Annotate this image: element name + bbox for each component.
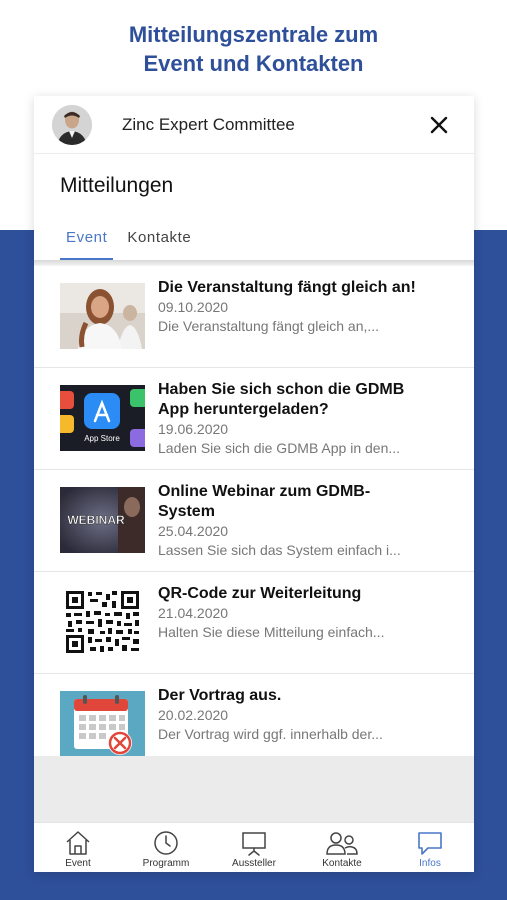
empty-list-area <box>34 756 474 822</box>
tab-kontakte[interactable]: Kontakte <box>121 229 197 260</box>
message-date: 09.10.2020 <box>158 299 229 315</box>
message-title: Der Vortrag aus. <box>158 687 282 704</box>
list-item[interactable]: App Store Haben Sie sich schon die GDMB … <box>34 368 474 470</box>
nav-label: Event <box>65 858 91 869</box>
qr-code-thumbnail <box>60 589 145 655</box>
nav-item-programm[interactable]: Programm <box>122 823 210 872</box>
message-content: Der Vortrag aus. 20.02.2020 Der Vortrag … <box>158 686 418 743</box>
app-screen: Zinc Expert Committee Mitteilungen Event… <box>34 96 474 872</box>
message-excerpt: Halten Sie diese Mitteilung einfach... <box>158 624 385 640</box>
top-bar: Zinc Expert Committee <box>34 96 474 154</box>
chat-icon <box>418 832 442 855</box>
message-list: Die Veranstaltung fängt gleich an! 09.10… <box>34 266 474 776</box>
nav-label: Aussteller <box>232 858 276 869</box>
message-content: QR-Code zur Weiterleitung 21.04.2020 Hal… <box>158 584 418 641</box>
message-excerpt: Lassen Sie sich das System einfach i... <box>158 542 401 558</box>
svg-text:App Store: App Store <box>84 434 120 443</box>
headline-line-2: Event und Kontakten <box>143 51 364 76</box>
app-store-thumbnail: App Store <box>60 385 145 451</box>
message-excerpt: Laden Sie sich die GDMB App in den... <box>158 440 401 456</box>
nav-label: Programm <box>142 858 190 869</box>
message-title: Die Veranstaltung fängt gleich an! <box>158 279 416 296</box>
people-icon <box>326 832 358 855</box>
message-content: Online Webinar zum GDMB-System 25.04.202… <box>158 482 418 559</box>
promo-headline: Mitteilungszentrale zum Event und Kontak… <box>0 20 507 78</box>
clock-icon <box>154 831 178 855</box>
close-button[interactable] <box>424 110 454 140</box>
message-title: QR-Code zur Weiterleitung <box>158 585 362 602</box>
message-date: 19.06.2020 <box>158 421 229 437</box>
message-date: 21.04.2020 <box>158 605 229 621</box>
message-date: 25.04.2020 <box>158 523 229 539</box>
tab-bar: Event Kontakte <box>34 214 474 260</box>
message-content: Haben Sie sich schon die GDMB App herunt… <box>158 380 418 457</box>
webinar-thumbnail: WEBINAR <box>60 487 145 553</box>
message-excerpt: Der Vortrag wird ggf. innerhalb der... <box>158 726 383 742</box>
bottom-navigation: Event Programm Aussteller Kontakte Infos <box>34 822 474 872</box>
message-date: 20.02.2020 <box>158 707 229 723</box>
message-content: Die Veranstaltung fängt gleich an! 09.10… <box>158 278 418 335</box>
message-excerpt: Die Veranstaltung fängt gleich an,... <box>158 318 380 334</box>
home-icon <box>66 831 90 855</box>
list-item[interactable]: QR-Code zur Weiterleitung 21.04.2020 Hal… <box>34 572 474 674</box>
calendar-cancel-thumbnail <box>60 691 145 757</box>
nav-item-kontakte[interactable]: Kontakte <box>298 823 386 872</box>
organization-name: Zinc Expert Committee <box>122 114 295 134</box>
svg-text:WEBINAR: WEBINAR <box>67 513 125 527</box>
tab-event[interactable]: Event <box>60 229 114 260</box>
headline-line-1: Mitteilungszentrale zum <box>128 22 379 47</box>
message-title: Online Webinar zum GDMB-System <box>158 483 371 520</box>
nav-item-aussteller[interactable]: Aussteller <box>210 823 298 872</box>
list-item[interactable]: Die Veranstaltung fängt gleich an! 09.10… <box>34 266 474 368</box>
woman-photo-thumbnail <box>60 283 145 349</box>
presentation-icon <box>242 832 266 856</box>
nav-label: Infos <box>419 858 441 869</box>
close-icon <box>430 116 448 134</box>
nav-item-infos[interactable]: Infos <box>386 823 474 872</box>
nav-item-event[interactable]: Event <box>34 823 122 872</box>
nav-label: Kontakte <box>322 858 362 869</box>
message-title: Haben Sie sich schon die GDMB App herunt… <box>158 381 405 418</box>
avatar[interactable] <box>52 104 92 145</box>
page-title: Mitteilungen <box>60 174 174 197</box>
list-item[interactable]: WEBINAR Online Webinar zum GDMB-System 2… <box>34 470 474 572</box>
